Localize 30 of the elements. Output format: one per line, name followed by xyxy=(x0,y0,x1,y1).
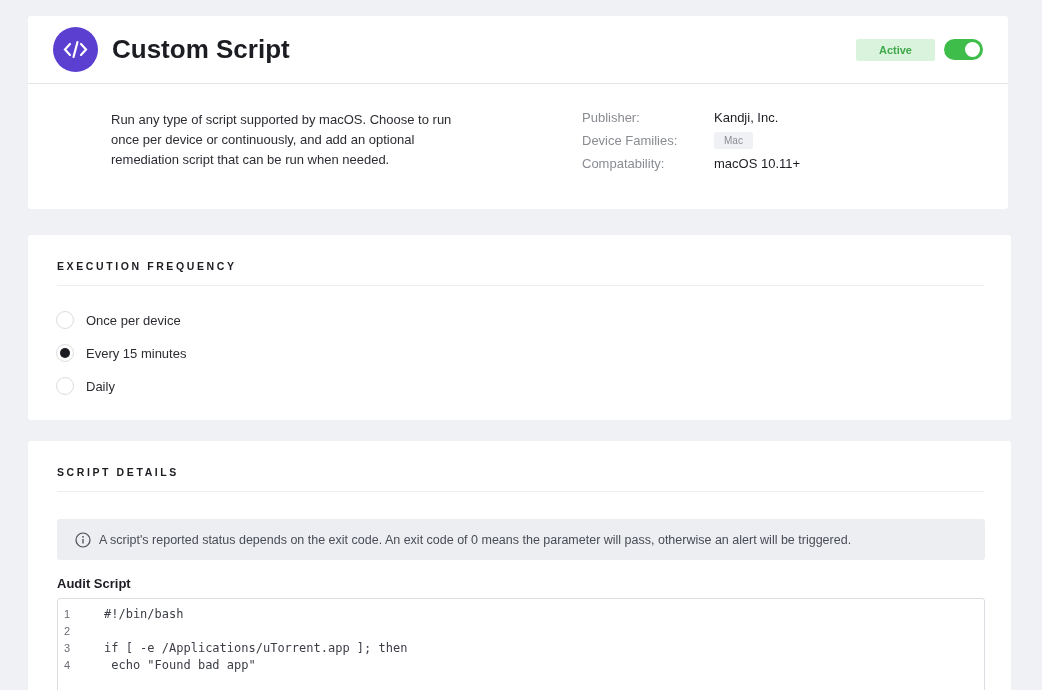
code-line: echo "Found bad app" xyxy=(110,657,256,672)
description: Run any type of script supported by macOS. Choose to run once per device or continuously, and add an optional remediation script that can be run when needed. xyxy=(111,111,453,169)
code-editor[interactable]: 1 #!/bin/bash 2 3 if [ -e /Applications/uTorrent.app ]; then 4 echo "Found bad app" xyxy=(57,598,985,690)
line-number: 4 xyxy=(63,658,72,671)
line-number: 1 xyxy=(63,607,72,620)
radio-label[interactable]: Every 15 minutes xyxy=(86,345,187,361)
line-number: 3 xyxy=(63,641,72,654)
code-line: if [ -e /Applications/uTorrent.app ]; then xyxy=(104,640,408,655)
radio-button[interactable] xyxy=(56,311,74,329)
info-icon xyxy=(75,531,91,548)
code-line: #!/bin/bash xyxy=(104,606,184,621)
device-tag: Mac xyxy=(714,132,753,149)
info-text: A script's reported status depends on the exit code. An exit code of 0 means the parameter will pass, otherwise an alert will be triggered. xyxy=(99,532,852,547)
code-icon xyxy=(53,27,98,72)
field-label: Audit Script xyxy=(57,576,132,591)
detail-value: Kandji, Inc. xyxy=(714,110,779,125)
radio-button[interactable] xyxy=(56,344,74,362)
detail-value: macOS 10.11+ xyxy=(714,156,801,171)
section-title: SCRIPT DETAILS xyxy=(57,441,984,492)
radio-label[interactable]: Daily xyxy=(86,378,115,394)
line-number: 2 xyxy=(63,624,72,637)
detail-label: Device Families: xyxy=(582,133,679,148)
detail-label: Publisher: xyxy=(582,110,641,125)
toggle-switch[interactable] xyxy=(944,39,983,60)
radio-label[interactable]: Once per device xyxy=(86,312,181,328)
page-title: Custom Script xyxy=(112,34,291,65)
status-badge: Active xyxy=(855,38,935,61)
section-title: EXECUTION FREQUENCY xyxy=(57,235,984,286)
radio-button[interactable] xyxy=(56,377,74,395)
detail-label: Compatability: xyxy=(582,156,666,171)
